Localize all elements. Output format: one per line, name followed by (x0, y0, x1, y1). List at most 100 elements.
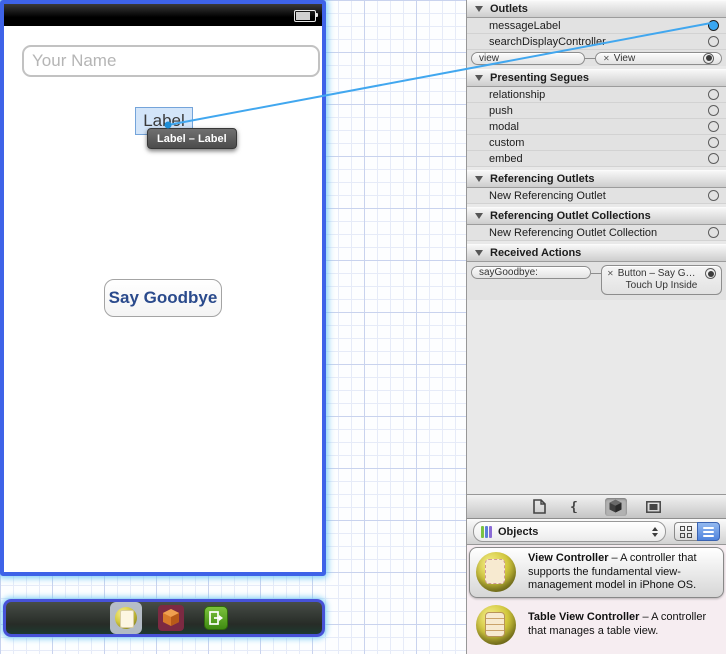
section-title: Received Actions (490, 247, 582, 259)
connection-well[interactable] (708, 89, 719, 100)
segue-row-push[interactable]: push (467, 103, 726, 119)
referencing-outlet-rows: New Referencing Outlet (467, 188, 726, 204)
saygoodbye-action-row[interactable]: sayGoodbye: ✕ Button – Say G… Touch Up I… (467, 262, 726, 300)
connection-well[interactable] (708, 36, 719, 47)
disclosure-triangle-icon[interactable] (475, 75, 483, 81)
grid-view-button[interactable] (674, 522, 697, 541)
new-referencing-outlet-row[interactable]: New Referencing Outlet (467, 188, 726, 204)
segue-row-modal[interactable]: modal (467, 119, 726, 135)
page-icon (120, 610, 134, 628)
section-title: Outlets (490, 3, 528, 15)
segue-label: custom (489, 136, 525, 149)
cube-icon (163, 609, 179, 626)
library-item-view-controller[interactable]: View Controller – A controller that supp… (469, 547, 724, 598)
library-selector-bar: { } (466, 494, 726, 519)
row-label: New Referencing Outlet (489, 189, 606, 202)
connection-well-highlighted[interactable] (708, 20, 719, 31)
dashed-view-icon (485, 559, 505, 585)
file-template-library-icon[interactable] (529, 498, 551, 516)
disconnect-icon[interactable]: ✕ (607, 269, 614, 278)
dock-view-controller-icon[interactable] (110, 602, 142, 634)
view-controller-icon (476, 552, 516, 593)
connection-source-capsule[interactable]: view (471, 51, 585, 65)
section-title: Referencing Outlets (490, 173, 595, 185)
library-item-title: Table View Controller (528, 611, 640, 623)
list-view-button[interactable] (697, 522, 720, 541)
library-view-toggle (674, 522, 720, 541)
row-label: New Referencing Outlet Collection (489, 226, 658, 239)
disconnect-icon[interactable]: ✕ (603, 54, 610, 63)
section-header-outlets[interactable]: Outlets (467, 0, 726, 18)
battery-icon (294, 10, 318, 22)
segue-label: push (489, 104, 513, 117)
target-label: Button – Say G… (617, 268, 696, 279)
scene-dock[interactable] (3, 599, 325, 637)
dock-first-responder-icon[interactable] (158, 605, 184, 631)
segue-label: embed (489, 152, 523, 165)
section-header-referencing-outlet-collections[interactable]: Referencing Outlet Collections (467, 207, 726, 225)
section-title: Presenting Segues (490, 72, 590, 84)
say-goodbye-button[interactable]: Say Goodbye (104, 279, 222, 317)
view-controller-sphere-icon (115, 607, 137, 629)
connection-well[interactable] (708, 153, 719, 164)
segue-label: relationship (489, 88, 546, 101)
action-event-label: Touch Up Inside (625, 280, 698, 291)
segue-row-relationship[interactable]: relationship (467, 87, 726, 103)
code-snippet-library-icon[interactable]: { } (567, 498, 589, 516)
referencing-outlet-collection-rows: New Referencing Outlet Collection (467, 225, 726, 241)
connection-well[interactable] (708, 137, 719, 148)
connection-link-line (591, 273, 601, 274)
dropdown-label: Objects (498, 525, 539, 538)
library-objects-dropdown[interactable]: Objects (473, 521, 666, 542)
library-header: Objects (466, 519, 726, 545)
outlet-row-searchdisplaycontroller[interactable]: searchDisplayController (467, 34, 726, 50)
section-referencing-outlets: Referencing Outlets New Referencing Outl… (467, 170, 726, 204)
section-presenting-segues: Presenting Segues relationship push moda… (467, 69, 726, 167)
segue-label: modal (489, 120, 519, 133)
disclosure-triangle-icon[interactable] (475, 176, 483, 182)
outlet-rows: messageLabel searchDisplayController vie… (467, 18, 726, 66)
connection-target-capsule[interactable]: ✕ View (595, 51, 722, 65)
connection-well[interactable] (708, 105, 719, 116)
media-library-icon[interactable] (643, 498, 665, 516)
object-library-icon[interactable] (604, 497, 627, 516)
segue-rows: relationship push modal custom embed (467, 87, 726, 167)
lined-table-icon (485, 611, 505, 637)
section-header-referencing-outlets[interactable]: Referencing Outlets (467, 170, 726, 188)
action-source-capsule[interactable]: sayGoodbye: (471, 266, 591, 279)
disclosure-triangle-icon[interactable] (475, 250, 483, 256)
library-item-title: View Controller (528, 552, 609, 564)
section-received-actions: Received Actions sayGoodbye: ✕ Button – … (467, 244, 726, 300)
disclosure-triangle-icon[interactable] (475, 213, 483, 219)
segue-row-custom[interactable]: custom (467, 135, 726, 151)
stepper-arrows-icon (652, 526, 658, 537)
outlet-row-messagelabel[interactable]: messageLabel (467, 18, 726, 34)
new-referencing-outlet-collection-row[interactable]: New Referencing Outlet Collection (467, 225, 726, 241)
action-target-box[interactable]: ✕ Button – Say G… Touch Up Inside (601, 265, 722, 295)
outlet-label: searchDisplayController (489, 35, 606, 48)
connection-well[interactable] (708, 121, 719, 132)
section-header-presenting-segues[interactable]: Presenting Segues (467, 69, 726, 87)
disclosure-triangle-icon[interactable] (475, 6, 483, 12)
svg-text:{ }: { } (570, 500, 586, 513)
connection-well-filled[interactable] (705, 268, 716, 279)
connection-well-filled[interactable] (703, 52, 714, 64)
exit-arrow-icon (209, 611, 223, 625)
dock-exit-icon[interactable] (204, 606, 228, 630)
outlet-row-view-connected[interactable]: view ✕ View (467, 50, 726, 66)
library-item-text: View Controller – A controller that supp… (528, 552, 717, 593)
section-title: Referencing Outlet Collections (490, 210, 651, 222)
connection-well[interactable] (708, 190, 719, 201)
connection-link-line (585, 57, 595, 59)
object-library-list: View Controller – A controller that supp… (466, 545, 726, 654)
action-label: sayGoodbye: (479, 267, 538, 278)
section-referencing-outlet-collections: Referencing Outlet Collections New Refer… (467, 207, 726, 241)
section-header-received-actions[interactable]: Received Actions (467, 244, 726, 262)
segue-row-embed[interactable]: embed (467, 151, 726, 167)
view-controller-scene[interactable]: Label Label – Label Say Goodbye (0, 0, 326, 576)
name-text-field[interactable] (22, 45, 320, 77)
target-label: View (613, 52, 636, 64)
outlet-label: view (479, 52, 500, 64)
connection-well[interactable] (708, 227, 719, 238)
library-item-table-view-controller[interactable]: Table View Controller – A controller tha… (469, 600, 724, 650)
